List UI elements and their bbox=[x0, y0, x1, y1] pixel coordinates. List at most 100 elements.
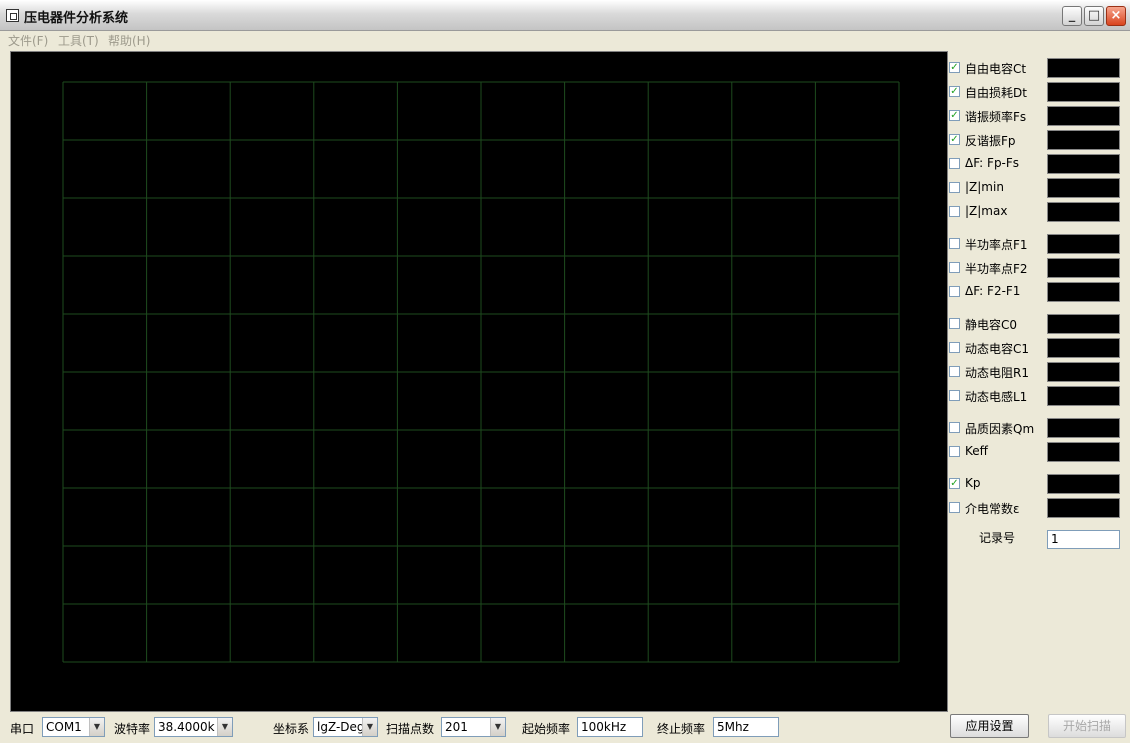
port-label: 串口 bbox=[10, 722, 35, 736]
menu-tools[interactable]: 工具(T) bbox=[58, 32, 99, 49]
param-checkbox[interactable] bbox=[949, 318, 960, 329]
plot-grid bbox=[62, 81, 900, 663]
param-checkbox[interactable] bbox=[949, 206, 960, 217]
plot-area[interactable] bbox=[10, 51, 948, 712]
param-label: 半功率点F2 bbox=[965, 262, 1028, 276]
chevron-down-icon[interactable]: ▼ bbox=[217, 718, 232, 736]
param-label: Kp bbox=[965, 476, 981, 490]
end-freq-input[interactable]: 5Mhz bbox=[713, 717, 779, 737]
minimize-button[interactable]: _ bbox=[1062, 6, 1082, 26]
param-row: 静电容C0 bbox=[949, 314, 1124, 334]
coord-select[interactable]: lgZ-Deg ▼ bbox=[313, 717, 378, 737]
param-label: 静电容C0 bbox=[965, 318, 1018, 332]
param-value-display bbox=[1047, 202, 1120, 222]
param-label: 介电常数ε bbox=[965, 502, 1020, 516]
param-checkbox[interactable] bbox=[949, 262, 960, 273]
param-value-display bbox=[1047, 82, 1120, 102]
param-checkbox[interactable] bbox=[949, 366, 960, 377]
chevron-down-icon[interactable]: ▼ bbox=[362, 718, 377, 736]
param-label: 动态电容C1 bbox=[965, 342, 1030, 356]
param-label: 谐振频率Fs bbox=[965, 110, 1027, 124]
port-value: COM1 bbox=[46, 720, 82, 734]
chevron-down-icon[interactable]: ▼ bbox=[490, 718, 505, 736]
param-row: ✓ 自由损耗Dt bbox=[949, 82, 1124, 102]
param-row: ΔF: Fp-Fs bbox=[949, 154, 1124, 174]
param-value-display bbox=[1047, 282, 1120, 302]
menu-help[interactable]: 帮助(H) bbox=[108, 32, 150, 49]
param-value-display bbox=[1047, 258, 1120, 278]
title-bar: 压电器件分析系统 _ □ × bbox=[0, 0, 1130, 31]
param-label: 自由损耗Dt bbox=[965, 86, 1027, 100]
param-label: Keff bbox=[965, 444, 988, 458]
param-row: 半功率点F2 bbox=[949, 258, 1124, 278]
param-row: ✓ 反谐振Fp bbox=[949, 130, 1124, 150]
param-row: |Z|min bbox=[949, 178, 1124, 198]
start-freq-input[interactable]: 100kHz bbox=[577, 717, 643, 737]
param-checkbox[interactable]: ✓ bbox=[949, 478, 960, 489]
param-checkbox[interactable] bbox=[949, 422, 960, 433]
end-freq-label: 终止频率 bbox=[657, 722, 706, 736]
param-label: 自由电容Ct bbox=[965, 62, 1027, 76]
param-value-display bbox=[1047, 58, 1120, 78]
param-label: 动态电阻R1 bbox=[965, 366, 1029, 380]
param-row: 动态电阻R1 bbox=[949, 362, 1124, 382]
param-label: ΔF: F2-F1 bbox=[965, 284, 1021, 298]
param-row: ΔF: F2-F1 bbox=[949, 282, 1124, 302]
param-label: 半功率点F1 bbox=[965, 238, 1028, 252]
param-row: 动态电容C1 bbox=[949, 338, 1124, 358]
start-scan-button[interactable]: 开始扫描 bbox=[1048, 714, 1126, 738]
param-checkbox[interactable]: ✓ bbox=[949, 110, 960, 121]
points-label: 扫描点数 bbox=[386, 722, 435, 736]
param-value-display bbox=[1047, 442, 1120, 462]
param-label: 品质因素Qm bbox=[965, 422, 1035, 436]
maximize-button[interactable]: □ bbox=[1084, 6, 1104, 26]
chevron-down-icon[interactable]: ▼ bbox=[89, 718, 104, 736]
param-value-display bbox=[1047, 154, 1120, 174]
param-label: ΔF: Fp-Fs bbox=[965, 156, 1020, 170]
param-checkbox[interactable]: ✓ bbox=[949, 86, 960, 97]
coord-value: lgZ-Deg bbox=[317, 720, 365, 734]
points-select[interactable]: 201 ▼ bbox=[441, 717, 506, 737]
param-value-display bbox=[1047, 106, 1120, 126]
param-value-display bbox=[1047, 474, 1120, 494]
param-checkbox[interactable] bbox=[949, 446, 960, 457]
param-checkbox[interactable] bbox=[949, 238, 960, 249]
param-label: |Z|max bbox=[965, 204, 1008, 218]
param-value-display bbox=[1047, 498, 1120, 518]
param-row: ✓ Kp bbox=[949, 474, 1124, 494]
param-checkbox[interactable] bbox=[949, 286, 960, 297]
param-row: 品质因素Qm bbox=[949, 418, 1124, 438]
start-freq-label: 起始频率 bbox=[522, 722, 571, 736]
param-row: 动态电感L1 bbox=[949, 386, 1124, 406]
param-checkbox[interactable] bbox=[949, 390, 960, 401]
app-icon bbox=[6, 9, 19, 22]
param-row: Keff bbox=[949, 442, 1124, 462]
param-label: 反谐振Fp bbox=[965, 134, 1016, 148]
points-value: 201 bbox=[445, 720, 468, 734]
param-label: |Z|min bbox=[965, 180, 1004, 194]
param-checkbox[interactable] bbox=[949, 182, 960, 193]
param-value-display bbox=[1047, 178, 1120, 198]
port-select[interactable]: COM1 ▼ bbox=[42, 717, 105, 737]
param-checkbox[interactable] bbox=[949, 342, 960, 353]
param-row: ✓ 谐振频率Fs bbox=[949, 106, 1124, 126]
param-checkbox[interactable]: ✓ bbox=[949, 134, 960, 145]
menu-bar: 文件(F) 工具(T) 帮助(H) bbox=[0, 31, 1130, 49]
baud-label: 波特率 bbox=[114, 722, 151, 736]
param-label: 动态电感L1 bbox=[965, 390, 1028, 404]
param-checkbox[interactable]: ✓ bbox=[949, 62, 960, 73]
param-value-display bbox=[1047, 314, 1120, 334]
menu-file[interactable]: 文件(F) bbox=[8, 32, 48, 49]
close-button[interactable]: × bbox=[1106, 6, 1126, 26]
param-row: 半功率点F1 bbox=[949, 234, 1124, 254]
window-title: 压电器件分析系统 bbox=[24, 11, 129, 26]
apply-settings-button[interactable]: 应用设置 bbox=[950, 714, 1029, 738]
param-value-display bbox=[1047, 130, 1120, 150]
baud-select[interactable]: 38.4000k ▼ bbox=[154, 717, 233, 737]
param-row: |Z|max bbox=[949, 202, 1124, 222]
param-row: 介电常数ε bbox=[949, 498, 1124, 518]
record-number-input[interactable]: 1 bbox=[1047, 530, 1120, 549]
param-value-display bbox=[1047, 418, 1120, 438]
param-checkbox[interactable] bbox=[949, 502, 960, 513]
param-checkbox[interactable] bbox=[949, 158, 960, 169]
